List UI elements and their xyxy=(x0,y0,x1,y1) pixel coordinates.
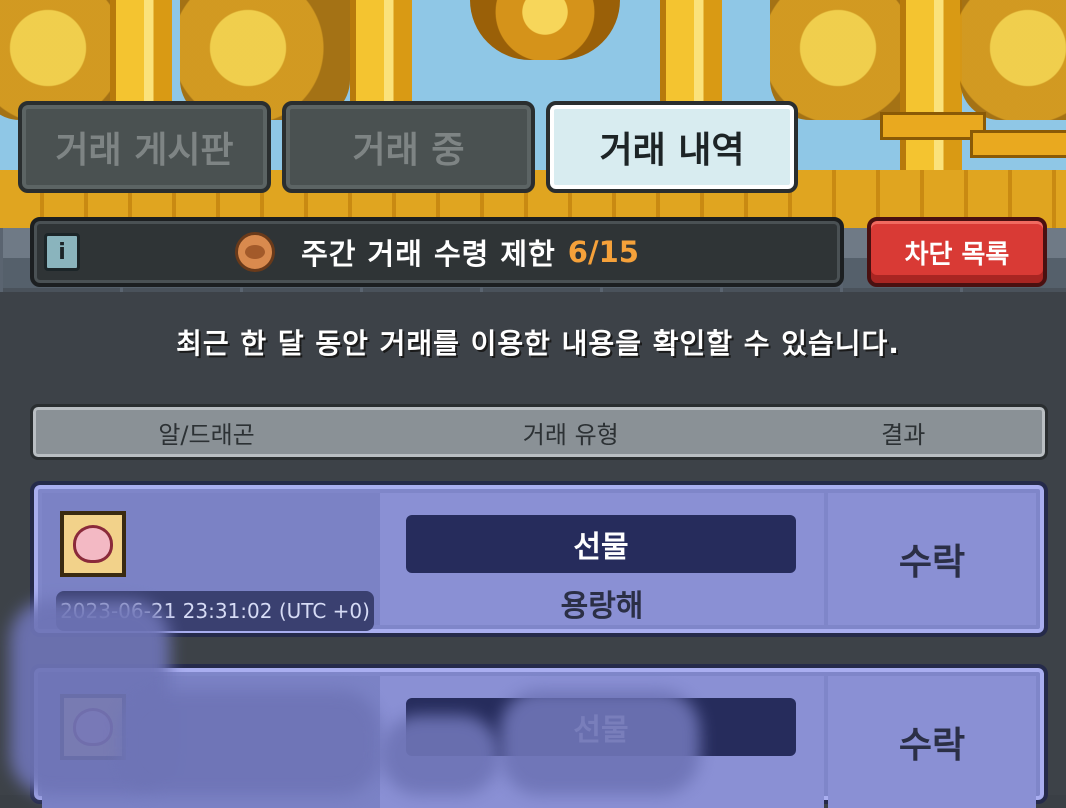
table-header: 알/드래곤 거래 유형 결과 xyxy=(30,404,1048,460)
weekly-limit-count: 6/15 xyxy=(567,235,639,269)
privacy-blur xyxy=(380,715,500,795)
privacy-blur xyxy=(500,690,700,795)
column-header-trade-type: 거래 유형 xyxy=(522,420,619,449)
weekly-limit-label: 주간 거래 수령 제한 xyxy=(301,237,556,271)
dragon-statue xyxy=(960,0,1066,120)
dragon-coin-icon xyxy=(235,232,276,272)
history-notice: 최근 한 달 동안 거래를 이용한 내용을 확인할 수 있습니다. xyxy=(176,327,900,360)
column-header-result: 결과 xyxy=(881,420,926,449)
tab-trade-board[interactable]: 거래 게시판 xyxy=(18,101,271,193)
table-row[interactable]: 2023-06-21 23:31:02 (UTC +0) 선물 용랑해 수락 xyxy=(30,481,1048,637)
dragon-name: 용랑해 xyxy=(560,589,644,624)
weekly-limit-bar: i 주간 거래 수령 제한 6/15 xyxy=(30,217,844,287)
result-cell: 수락 xyxy=(828,676,1036,808)
tab-trade-history[interactable]: 거래 내역 xyxy=(546,101,798,193)
gold-pillar xyxy=(900,0,962,170)
trade-result: 수락 xyxy=(898,542,966,583)
privacy-blur xyxy=(120,690,380,795)
result-cell: 수락 xyxy=(828,493,1036,625)
tab-trading[interactable]: 거래 중 xyxy=(282,101,535,193)
trade-type-cell: 선물 용랑해 xyxy=(380,493,824,625)
palace-crest xyxy=(470,0,620,60)
trade-result: 수락 xyxy=(898,725,966,766)
column-header-egg-dragon: 알/드래곤 xyxy=(158,420,255,449)
dragon-egg-icon xyxy=(60,511,126,577)
pillar-cap xyxy=(970,130,1066,158)
trade-type-badge: 선물 xyxy=(406,515,796,573)
info-icon[interactable]: i xyxy=(44,233,80,271)
block-list-button[interactable]: 차단 목록 xyxy=(867,217,1047,287)
